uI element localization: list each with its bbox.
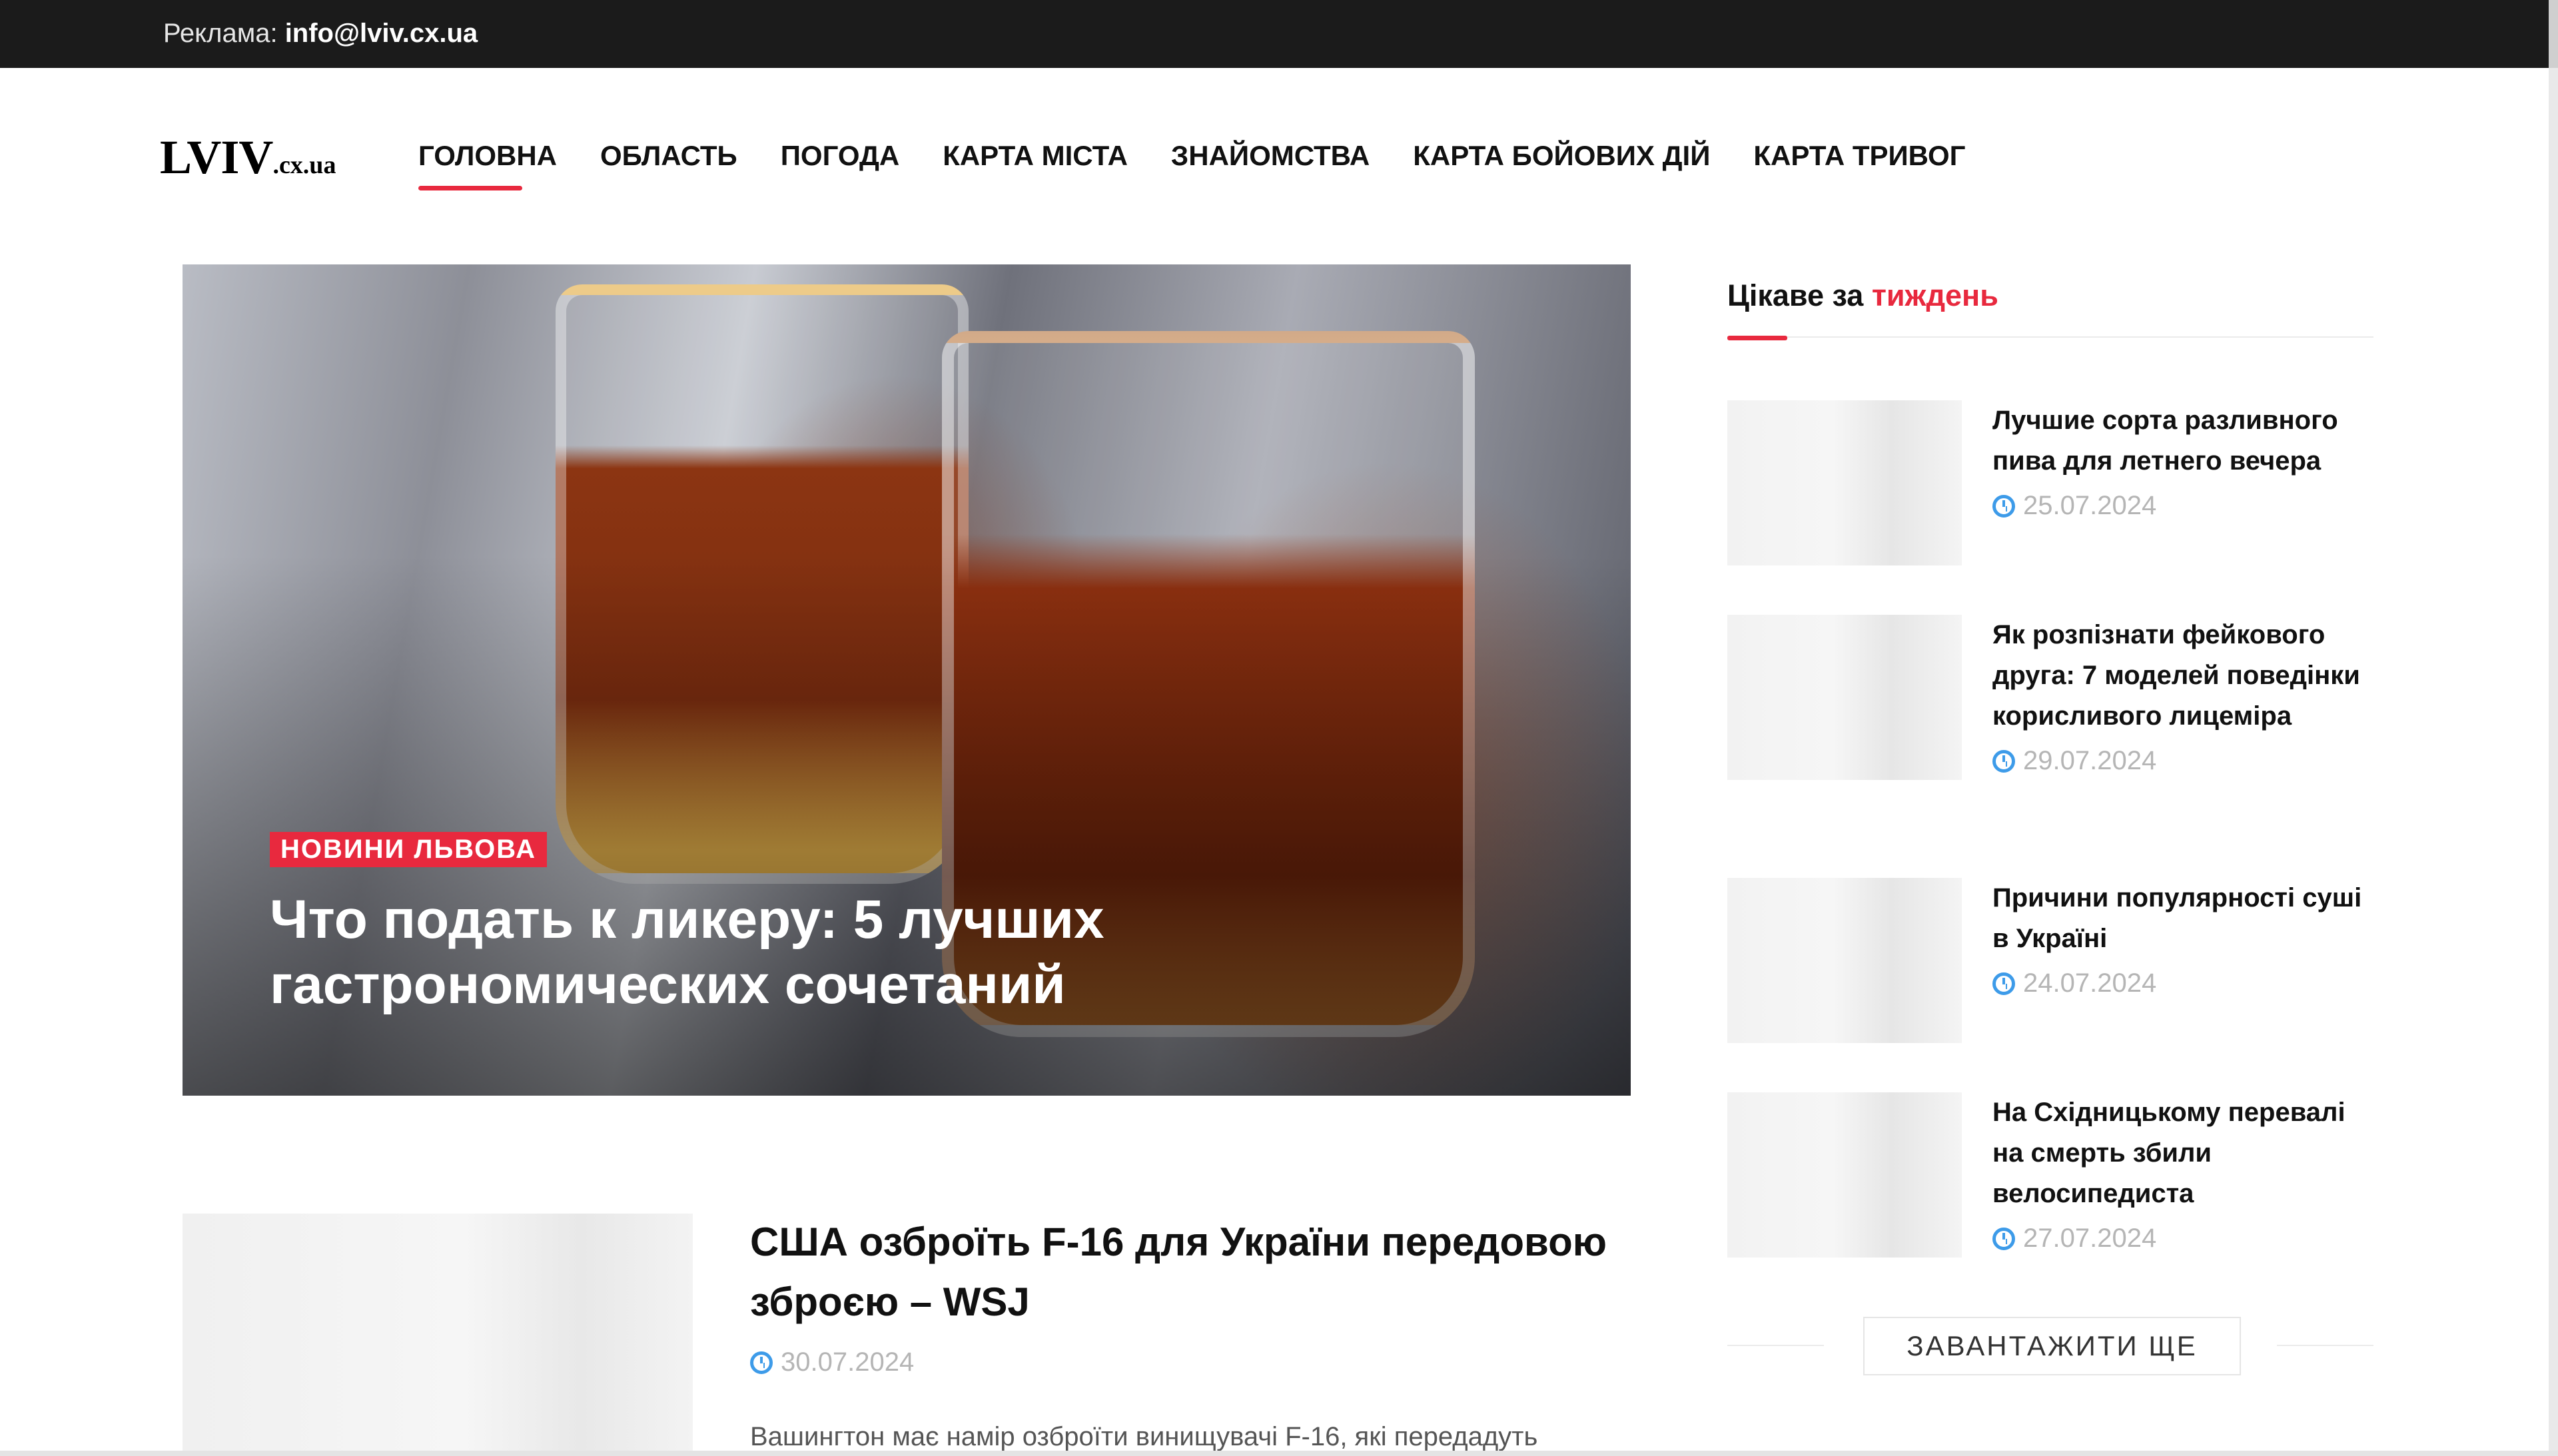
sidebar-item-date-text: 27.07.2024 (2023, 1224, 2157, 1253)
sidebar-item-thumbnail[interactable] (1727, 1092, 1962, 1258)
sidebar-item-date: 27.07.2024 (1992, 1224, 2379, 1254)
sidebar-divider (1727, 336, 2373, 338)
sidebar-item-title[interactable]: Причини популярності суші в Україні (1992, 878, 2379, 959)
clock-icon (1992, 749, 2015, 773)
main-nav: ГОЛОВНА ОБЛАСТЬ ПОГОДА КАРТА МІСТА ЗНАЙО… (418, 140, 2008, 190)
article-date: 30.07.2024 (750, 1347, 914, 1377)
sidebar-item-text: Причини популярності суші в Україні 24.0… (1992, 878, 2379, 998)
nav-item-weather[interactable]: ПОГОДА (781, 140, 899, 172)
article-thumbnail[interactable] (183, 1214, 693, 1456)
sidebar-item-date: 29.07.2024 (1992, 746, 2379, 776)
ad-contact: Реклама: info@lviv.cx.ua (163, 19, 478, 49)
sidebar-item-text: На Східницькому перевалі на смерть збили… (1992, 1092, 2379, 1254)
scrollbar-track[interactable] (2549, 68, 2558, 1456)
load-more-divider-right (2277, 1345, 2373, 1346)
ad-email-link[interactable]: info@lviv.cx.ua (285, 19, 478, 48)
ad-label: Реклама: (163, 19, 278, 48)
nav-item-home[interactable]: ГОЛОВНА (418, 140, 557, 190)
nav-item-region[interactable]: ОБЛАСТЬ (600, 140, 737, 172)
hero-title[interactable]: Что подать к ликеру: 5 лучших гастрономи… (270, 887, 1402, 1018)
bottom-edge (0, 1451, 2558, 1456)
sidebar-item-date-text: 24.07.2024 (2023, 968, 2157, 998)
sidebar-item-thumbnail[interactable] (1727, 615, 1962, 780)
clock-icon (1992, 972, 2015, 995)
nav-item-city-map[interactable]: КАРТА МІСТА (943, 140, 1128, 172)
sidebar-item-date-text: 25.07.2024 (2023, 491, 2157, 520)
page: Реклама: info@lviv.cx.ua LVIV.cx.ua ГОЛО… (0, 0, 2558, 1456)
hero-article[interactable]: НОВИНИ ЛЬВОВА Что подать к ликеру: 5 луч… (183, 264, 1631, 1096)
sidebar-item-date-text: 29.07.2024 (2023, 746, 2157, 775)
sidebar-item-text: Лучшие сорта разливного пива для летнего… (1992, 400, 2379, 521)
load-more-button[interactable]: ЗАВАНТАЖИТИ ЩЕ (1863, 1317, 2241, 1375)
logo-suffix: .cx.ua (272, 151, 336, 179)
sidebar-title: Цікаве за тиждень (1727, 278, 1998, 313)
sidebar-title-prefix: Цікаве за (1727, 278, 1864, 312)
sidebar-title-accent: тиждень (1871, 278, 1998, 312)
sidebar-item-date: 25.07.2024 (1992, 491, 2379, 521)
nav-item-alerts-map[interactable]: КАРТА ТРИВОГ (1753, 140, 1965, 172)
scrollbar-edge (2549, 0, 2558, 68)
sidebar-item-title[interactable]: Як розпізнати фейкового друга: 7 моделей… (1992, 615, 2379, 737)
article-title[interactable]: США озброїть F-16 для України передовою … (750, 1212, 1616, 1332)
sidebar-item-date: 24.07.2024 (1992, 968, 2379, 998)
sidebar-item-thumbnail[interactable] (1727, 400, 1962, 565)
clock-icon (1992, 494, 2015, 518)
sidebar-item-title[interactable]: Лучшие сорта разливного пива для летнего… (1992, 400, 2379, 482)
clock-icon (750, 1351, 773, 1374)
sidebar-item-text: Як розпізнати фейкового друга: 7 моделей… (1992, 615, 2379, 776)
hero-category-badge[interactable]: НОВИНИ ЛЬВОВА (270, 832, 547, 867)
load-more-divider-left (1727, 1345, 1824, 1346)
nav-item-combat-map[interactable]: КАРТА БОЙОВИХ ДІЙ (1413, 140, 1710, 172)
sidebar-divider-accent (1727, 336, 1787, 340)
sidebar-item-thumbnail[interactable] (1727, 878, 1962, 1043)
top-bar: Реклама: info@lviv.cx.ua (0, 0, 2558, 68)
sidebar-item-title[interactable]: На Східницькому перевалі на смерть збили… (1992, 1092, 2379, 1214)
clock-icon (1992, 1227, 2015, 1250)
article-excerpt: Вашингтон має намір озброїти винищувачі … (750, 1422, 1538, 1451)
article-date-text: 30.07.2024 (781, 1347, 915, 1377)
logo-main: LVIV (160, 131, 273, 184)
site-logo[interactable]: LVIV.cx.ua (160, 130, 336, 185)
nav-item-dating[interactable]: ЗНАЙОМСТВА (1171, 140, 1370, 172)
